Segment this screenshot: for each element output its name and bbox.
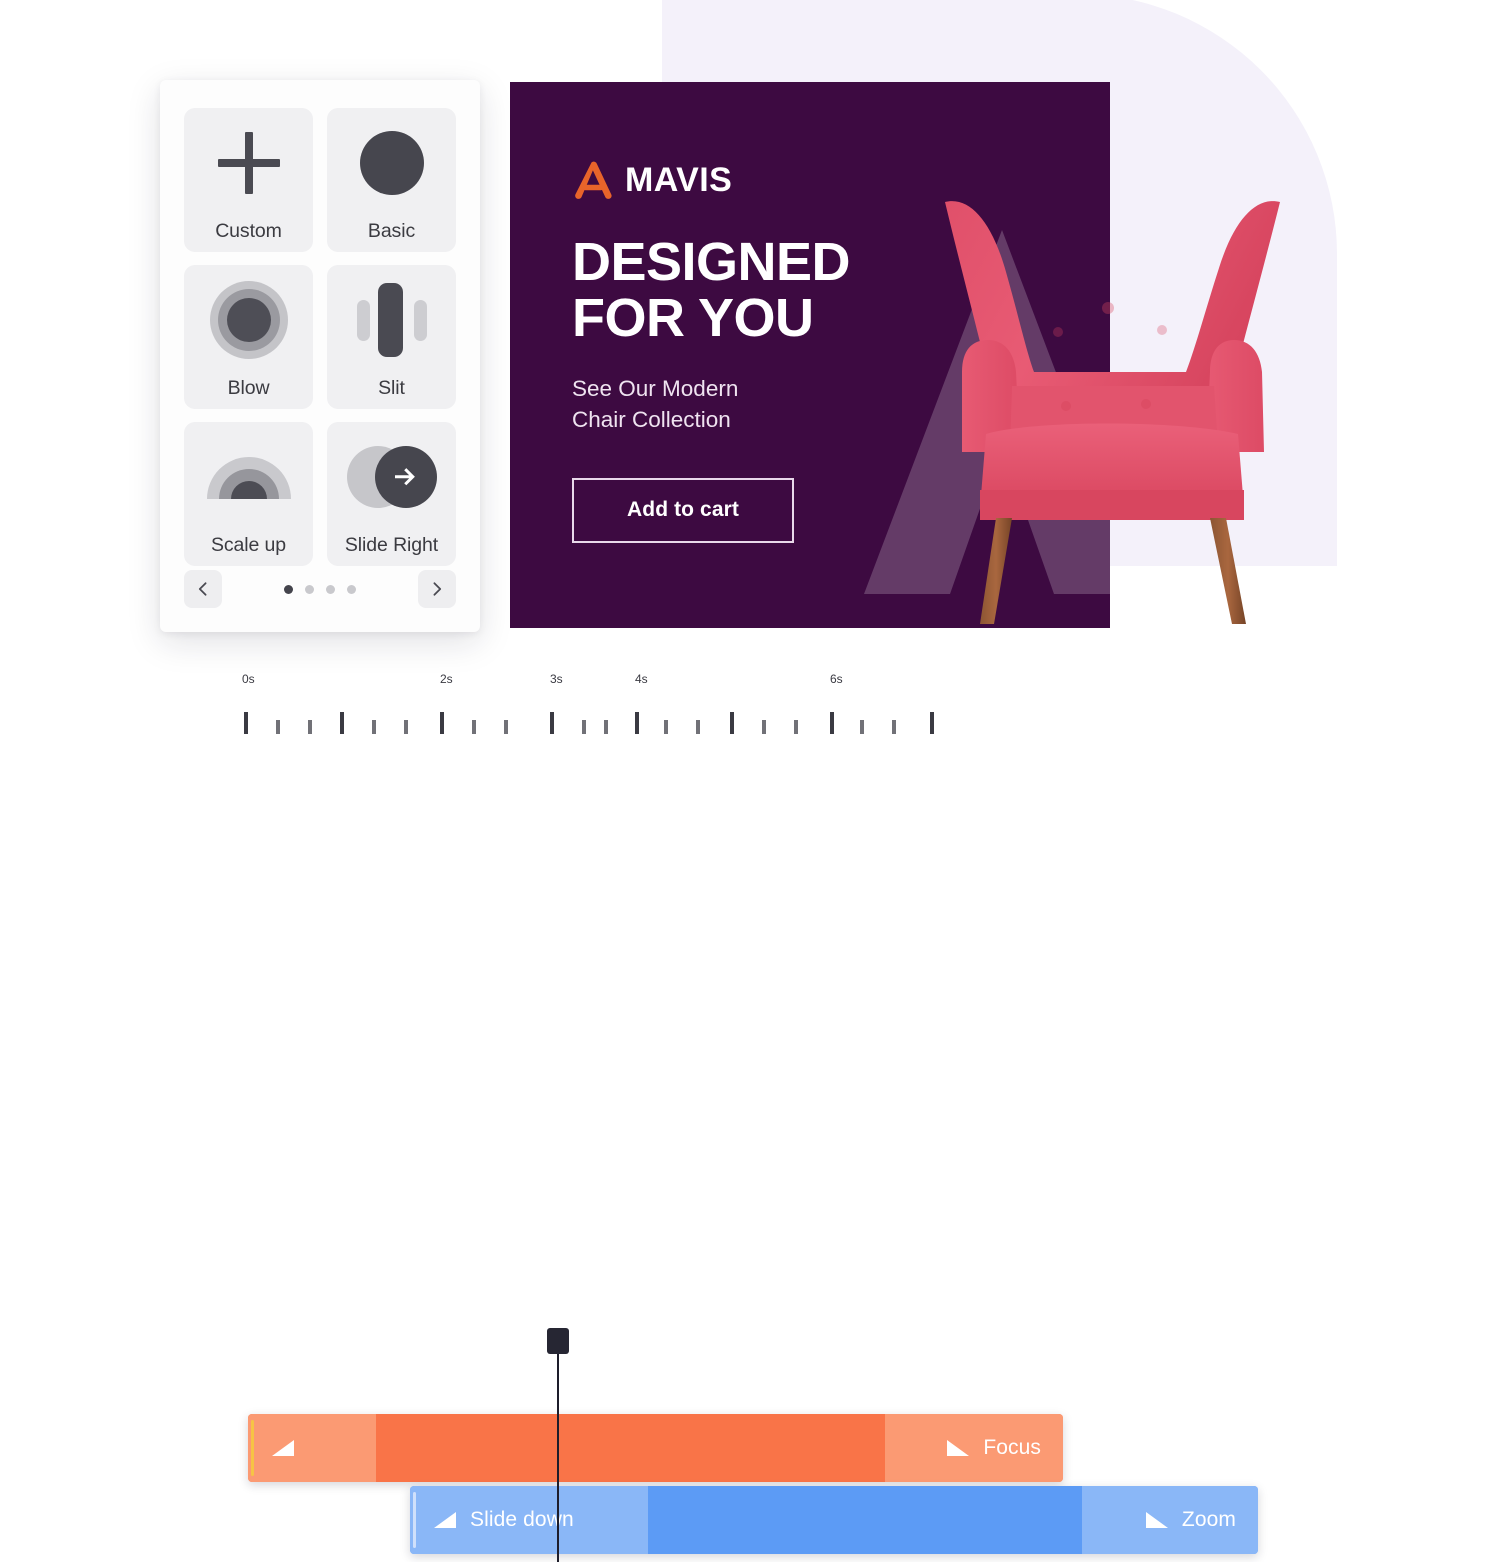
triangle-handle-icon xyxy=(272,1440,294,1456)
effect-tile-slit[interactable]: Slit xyxy=(327,265,456,409)
ruler-tick-major xyxy=(550,712,554,734)
triangle-handle-icon xyxy=(947,1440,970,1456)
effect-tile-label: Slide Right xyxy=(344,533,439,556)
ruler-timecode-label: 4s xyxy=(635,672,648,686)
effect-tile-basic[interactable]: Basic xyxy=(327,108,456,252)
clip-right-handle[interactable]: Zoom xyxy=(1122,1486,1258,1554)
carousel-dot[interactable] xyxy=(347,584,356,594)
playhead[interactable] xyxy=(547,1328,569,1562)
chevron-right-icon xyxy=(433,582,442,596)
ruler-tick-minor xyxy=(308,720,312,734)
ruler-tick-minor xyxy=(604,720,608,734)
ruler-timecode-label: 3s xyxy=(550,672,563,686)
ruler-tick-minor xyxy=(762,720,766,734)
ruler-tick-minor xyxy=(664,720,668,734)
clip-left-handle[interactable] xyxy=(248,1414,318,1482)
carousel-dot[interactable] xyxy=(305,584,314,594)
brand-lockup: MAVIS xyxy=(572,160,1110,200)
ruler-tick-minor xyxy=(472,720,476,734)
playhead-knob[interactable] xyxy=(547,1328,569,1354)
effect-tile-scale-up[interactable]: Scale up xyxy=(184,422,313,566)
brand-name: MAVIS xyxy=(625,160,733,199)
effects-panel: Custom Basic Blow Slit Scale up Slide Ri… xyxy=(160,80,480,632)
banner-headline: DESIGNED FOR YOU xyxy=(572,232,851,349)
clip-label: Focus xyxy=(983,1436,1041,1459)
ruler-timecode-label: 2s xyxy=(440,672,453,686)
ruler-tick-minor xyxy=(504,720,508,734)
ruler-timecode-label: 0s xyxy=(242,672,255,686)
timeline[interactable]: 0s 2s 3s 4s 6s Focus Slide down Zoom xyxy=(0,660,1504,1562)
ruler-tick-major xyxy=(340,712,344,734)
mavis-logo-icon xyxy=(575,161,612,199)
timeline-clip-effect[interactable]: Slide down Zoom xyxy=(410,1486,1258,1554)
effect-tile-slide-right[interactable]: Slide Right xyxy=(327,422,456,566)
ruler-tick-minor xyxy=(582,720,586,734)
clip-right-handle[interactable]: Focus xyxy=(923,1414,1063,1482)
concentric-circles-icon xyxy=(184,265,313,375)
solid-circle-icon xyxy=(327,108,456,218)
ruler-tick-minor xyxy=(372,720,376,734)
carousel-dot[interactable] xyxy=(326,584,335,594)
clip-label: Zoom xyxy=(1181,1508,1236,1531)
ruler-timecode-label: 6s xyxy=(830,672,843,686)
carousel-controls xyxy=(184,570,456,608)
timeline-clip-focus[interactable]: Focus xyxy=(248,1414,1063,1482)
ruler-tick-major xyxy=(830,712,834,734)
effect-tile-label: Custom xyxy=(215,219,282,242)
effect-tile-blow[interactable]: Blow xyxy=(184,265,313,409)
ruler-tick-minor xyxy=(794,720,798,734)
effect-tile-custom[interactable]: Custom xyxy=(184,108,313,252)
add-to-cart-button[interactable]: Add to cart xyxy=(572,477,794,543)
chevron-left-icon xyxy=(198,582,207,596)
ruler-tick-minor xyxy=(696,720,700,734)
concentric-arcs-icon xyxy=(184,422,313,532)
triangle-handle-icon xyxy=(1145,1512,1168,1528)
ruler-tick-major xyxy=(440,712,444,734)
ruler-tick-minor xyxy=(404,720,408,734)
ruler-tick-major xyxy=(730,712,734,734)
vertical-bars-icon xyxy=(327,265,456,375)
carousel-prev-button[interactable] xyxy=(184,570,222,608)
banner-subhead: See Our Modern Chair Collection xyxy=(572,376,739,433)
ruler-tick-major xyxy=(635,712,639,734)
plus-icon xyxy=(184,108,313,218)
carousel-next-button[interactable] xyxy=(418,570,456,608)
ruler-tick-major xyxy=(244,712,248,734)
ruler-tick-minor xyxy=(860,720,864,734)
clip-left-handle[interactable]: Slide down xyxy=(410,1486,596,1554)
banner-preview[interactable]: MAVIS DESIGNED FOR YOU See Our Modern Ch… xyxy=(510,82,1110,628)
effect-tile-label: Basic xyxy=(367,219,416,242)
ruler-tick-minor xyxy=(276,720,280,734)
circle-arrow-right-icon xyxy=(327,422,456,532)
effect-tile-label: Scale up xyxy=(210,533,287,556)
effects-grid: Custom Basic Blow Slit Scale up Slide Ri… xyxy=(184,108,456,566)
carousel-dots xyxy=(284,584,356,594)
effect-tile-label: Blow xyxy=(227,376,270,399)
effect-tile-label: Slit xyxy=(378,376,405,399)
triangle-handle-icon xyxy=(434,1512,456,1528)
carousel-dot[interactable] xyxy=(284,584,293,594)
ruler-tick-major xyxy=(930,712,934,734)
ruler-tick-minor xyxy=(892,720,896,734)
banner-content: MAVIS DESIGNED FOR YOU See Our Modern Ch… xyxy=(510,82,1110,543)
timeline-ruler[interactable]: 0s 2s 3s 4s 6s xyxy=(240,672,940,734)
